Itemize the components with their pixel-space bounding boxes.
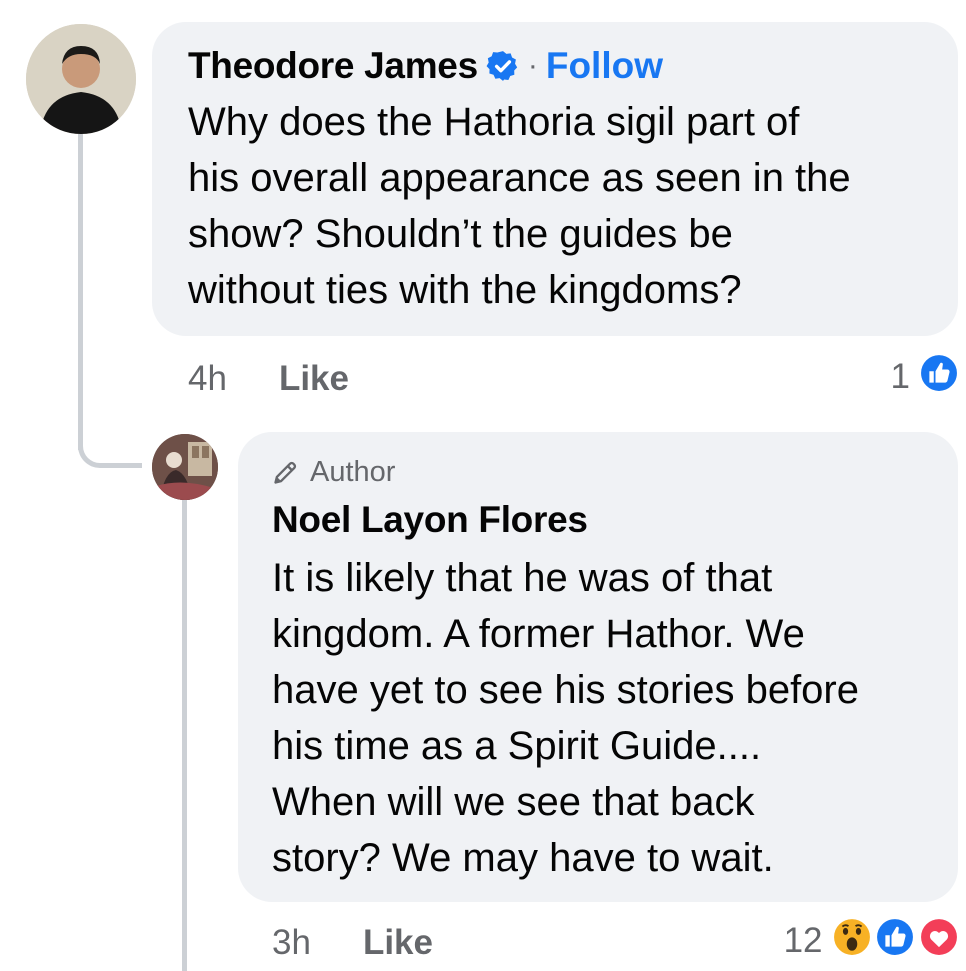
reaction-count: 12 [783,921,823,960]
profile-photo-icon [26,24,136,134]
like-icon [874,915,916,958]
pencil-icon [274,461,297,484]
profile-photo-icon [152,434,218,500]
comment-text: Why does the Hathoria sigil part of his … [188,100,851,312]
reply-timestamp[interactable]: 3h [272,923,311,963]
avatar[interactable] [26,24,136,134]
author-name[interactable]: Theodore James [188,45,478,87]
like-button[interactable]: Like [279,359,349,399]
comment-bubble: Theodore James · Follow Why does the Hat… [152,22,958,336]
separator-dot: · [527,49,538,82]
comment-timestamp[interactable]: 4h [188,359,227,399]
verified-badge-icon [486,51,518,81]
author-name[interactable]: Noel Layon Flores [272,494,930,546]
reply-thread-line [182,500,187,971]
author-badge: Author [272,454,930,490]
thread-connector [78,430,142,468]
avatar[interactable] [152,434,218,500]
thread-line [78,134,83,450]
reply-text: It is likely that he was of that kingdom… [272,556,859,880]
reaction-icons [918,351,960,403]
reaction-count: 1 [890,357,910,396]
reply-bubble: Author Noel Layon Flores It is likely th… [238,432,958,902]
wow-icon [830,915,873,958]
love-icon [918,915,960,958]
follow-button[interactable]: Follow [546,45,663,87]
reply-actions: 3h Like [272,918,433,968]
comment-header: Theodore James · Follow [188,40,926,92]
like-button[interactable]: Like [363,923,433,963]
like-icon [918,351,960,394]
reaction-summary[interactable]: 1 [890,351,960,403]
reaction-icons [830,915,960,967]
comment-actions: 4h Like [188,354,349,404]
reaction-summary[interactable]: 12 [783,915,960,967]
author-badge-label: Author [310,455,396,488]
